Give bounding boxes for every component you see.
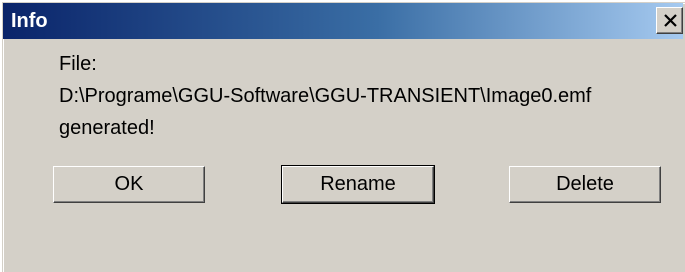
message-status: generated! (59, 117, 155, 139)
rename-button[interactable]: Rename (281, 165, 435, 204)
window-title: Info (11, 10, 48, 32)
ok-button[interactable]: OK (53, 166, 205, 203)
delete-button[interactable]: Delete (509, 166, 661, 203)
message-file-label: File: (59, 53, 97, 75)
title-bar[interactable]: Info (3, 3, 683, 39)
message-file-path: D:\Programe\GGU-Software\GGU-TRANSIENT\I… (59, 85, 592, 107)
close-button[interactable] (656, 7, 683, 34)
close-x-icon (664, 14, 677, 27)
